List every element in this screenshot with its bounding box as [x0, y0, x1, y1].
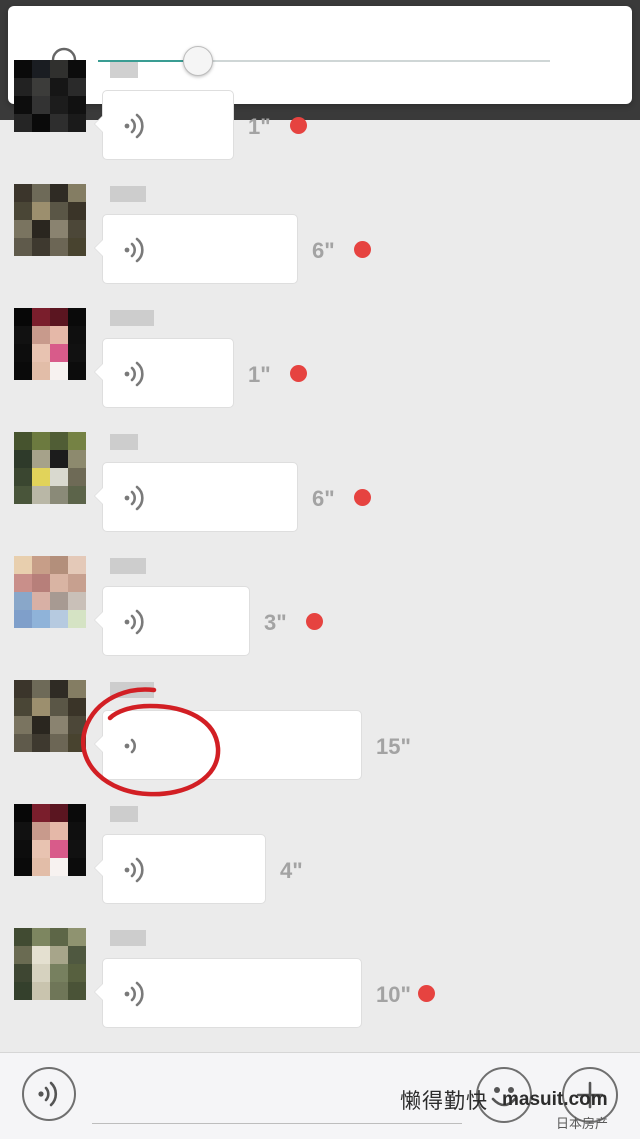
- voice-duration: 6": [312, 486, 335, 511]
- voice-duration: 6": [312, 238, 335, 263]
- chat-input-bar: 懒得勤快 masuit.com 日本房产: [0, 1052, 640, 1139]
- voice-message-bubble[interactable]: [94, 710, 362, 780]
- voice-wave-icon: [38, 1081, 58, 1107]
- watermark-brand: 日本房产: [556, 1116, 609, 1131]
- watermark-text: 懒得勤快: [400, 1089, 488, 1113]
- voice-message-bubble[interactable]: [94, 958, 362, 1028]
- voice-message-row: 6": [0, 184, 640, 309]
- sender-name-blurred: [110, 62, 138, 78]
- message-input[interactable]: [92, 1123, 462, 1124]
- avatar[interactable]: [14, 556, 86, 628]
- voice-wave-icon: [124, 857, 144, 883]
- unread-dot: [354, 489, 371, 506]
- voice-duration: 10": [376, 982, 411, 1007]
- voice-message-row: 6": [0, 432, 640, 557]
- voice-message-bubble[interactable]: [94, 214, 298, 284]
- unread-dot: [354, 241, 371, 258]
- avatar[interactable]: [14, 804, 86, 876]
- sender-name-blurred: [110, 682, 154, 698]
- sender-name-blurred: [110, 434, 138, 450]
- voice-duration: 4": [280, 858, 303, 883]
- voice-message-row: 3": [0, 556, 640, 681]
- voice-wave-icon: [124, 738, 136, 754]
- voice-message-row: 4": [0, 804, 640, 929]
- voice-wave-icon: [124, 485, 144, 511]
- voice-message-row: 1": [0, 308, 640, 433]
- voice-wave-icon: [124, 981, 144, 1007]
- sender-name-blurred: [110, 310, 154, 326]
- voice-message-bubble[interactable]: [94, 586, 250, 656]
- avatar[interactable]: [14, 60, 86, 132]
- voice-duration: 1": [248, 114, 271, 139]
- watermark-site: masuit.com: [502, 1089, 608, 1110]
- voice-message-bubble[interactable]: [94, 338, 234, 408]
- avatar[interactable]: [14, 432, 86, 504]
- unread-dot: [418, 985, 435, 1002]
- voice-wave-icon: [124, 237, 144, 263]
- voice-wave-icon: [124, 361, 144, 387]
- voice-message-bubble[interactable]: [94, 90, 234, 160]
- voice-wave-icon: [124, 609, 144, 635]
- avatar[interactable]: [14, 308, 86, 380]
- voice-message-bubble[interactable]: [94, 462, 298, 532]
- voice-duration: 15": [376, 734, 411, 759]
- sender-name-blurred: [110, 186, 146, 202]
- sender-name-blurred: [110, 930, 146, 946]
- unread-dot: [290, 117, 307, 134]
- voice-message-row: 15": [0, 680, 640, 805]
- voice-input-toggle[interactable]: [22, 1067, 76, 1121]
- voice-message-bubble[interactable]: [94, 834, 266, 904]
- unread-dot: [306, 613, 323, 630]
- avatar[interactable]: [14, 928, 86, 1000]
- voice-duration: 1": [248, 362, 271, 387]
- voice-message-row: 1": [0, 60, 640, 185]
- voice-message-row: 10": [0, 928, 640, 1053]
- unread-dot: [290, 365, 307, 382]
- sender-name-blurred: [110, 806, 138, 822]
- voice-wave-icon: [124, 113, 144, 139]
- avatar[interactable]: [14, 184, 86, 256]
- avatar[interactable]: [14, 680, 86, 752]
- voice-duration: 3": [264, 610, 287, 635]
- sender-name-blurred: [110, 558, 146, 574]
